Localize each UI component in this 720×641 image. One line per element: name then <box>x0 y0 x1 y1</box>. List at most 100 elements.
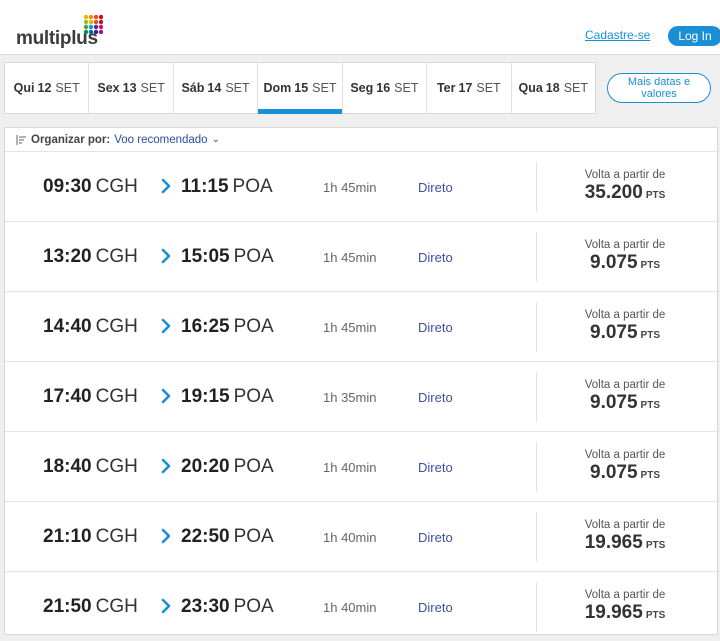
departure-airport: CGH <box>95 246 138 267</box>
flight-list: 09:30 CGH 11:15 POA 1h 45min Direto Volta a pa… <box>5 152 717 641</box>
flight-row[interactable]: 17:40 CGH 19:15 POA 1h 35min Direto Volta a pa… <box>5 362 717 432</box>
departure-time: 17:40 <box>43 386 92 407</box>
arrival-time: 23:30 <box>181 596 230 617</box>
date-tab-dow: Sáb <box>181 81 205 95</box>
row-divider <box>536 512 537 562</box>
departure-airport: CGH <box>95 526 138 547</box>
flight-duration: 1h 45min <box>323 250 377 265</box>
date-tab-dow: Ter <box>436 81 456 95</box>
top-header: multiplus Cadastre-se Log In <box>0 0 720 55</box>
flight-row[interactable]: 09:30 CGH 11:15 POA 1h 45min Direto Volta a pa… <box>5 152 717 222</box>
departure-time: 21:50 <box>43 596 92 617</box>
price-label: Volta a partir de <box>584 379 666 391</box>
date-tab-dow: Sex <box>97 81 120 95</box>
arrival-time: 16:25 <box>181 316 230 337</box>
flight-row[interactable]: 14:40 CGH 16:25 POA 1h 45min Direto Volta a pa… <box>5 292 717 362</box>
arrival-airport: POA <box>233 386 274 407</box>
price-label: Volta a partir de <box>584 239 666 251</box>
date-tab[interactable]: Dom 15 SET <box>258 63 343 114</box>
departure-airport: CGH <box>95 176 138 197</box>
departure-airport: CGH <box>95 316 138 337</box>
departure: 21:10 CGH <box>43 526 138 548</box>
row-divider <box>536 232 537 282</box>
date-tab-month: SET <box>394 81 419 95</box>
arrival-time: 20:20 <box>181 456 230 477</box>
price-box: Volta a partir de 19.965 PTS <box>545 589 705 627</box>
date-tab-day: 13 <box>122 81 137 95</box>
date-tab-dow: Seg <box>350 81 374 95</box>
row-divider <box>536 442 537 492</box>
price-value: 9.075 PTS <box>545 462 705 487</box>
date-tab[interactable]: Qua 18 SET <box>512 63 595 113</box>
chevron-right-icon <box>161 528 171 544</box>
date-tab-day: 18 <box>545 81 560 95</box>
arrival-time: 19:15 <box>181 386 230 407</box>
departure-airport: CGH <box>95 596 138 617</box>
flight-type: Direto <box>418 320 453 335</box>
flight-type: Direto <box>418 530 453 545</box>
departure-time: 13:20 <box>43 246 92 267</box>
login-button[interactable]: Log In <box>668 26 720 46</box>
date-tab-dow: Dom <box>263 81 292 95</box>
flight-duration: 1h 45min <box>323 180 377 195</box>
signup-link[interactable]: Cadastre-se <box>585 28 650 42</box>
flight-duration: 1h 40min <box>323 600 377 615</box>
date-tab-month: SET <box>55 81 80 95</box>
date-tab[interactable]: Ter 17 SET <box>427 63 512 113</box>
price-amount: 19.965 <box>584 532 643 553</box>
price-label: Volta a partir de <box>584 589 666 601</box>
more-dates-line2: valores <box>641 88 677 100</box>
date-tab-day: 14 <box>207 81 222 95</box>
departure: 17:40 CGH <box>43 386 138 408</box>
flight-row[interactable]: 21:50 CGH 23:30 POA 1h 40min Direto Volta a pa… <box>5 572 717 641</box>
flight-duration: 1h 35min <box>323 390 377 405</box>
arrival-airport: POA <box>233 246 274 267</box>
departure-airport: CGH <box>95 456 138 477</box>
date-tab[interactable]: Seg 16 SET <box>343 63 428 113</box>
price-value: 19.965 PTS <box>545 602 705 627</box>
price-value: 9.075 PTS <box>545 322 705 347</box>
chevron-right-icon <box>161 458 171 474</box>
price-value: 19.965 PTS <box>545 532 705 557</box>
date-tab-month: SET <box>476 81 501 95</box>
more-dates-button[interactable]: Mais datas e valores <box>607 73 711 103</box>
date-tab[interactable]: Qui 12 SET <box>5 63 90 113</box>
price-amount: 9.075 <box>590 322 638 343</box>
flight-row[interactable]: 21:10 CGH 22:50 POA 1h 40min Direto Volta a pa… <box>5 502 717 572</box>
departure-time: 14:40 <box>43 316 92 337</box>
sort-label: Organizar por: <box>31 133 111 146</box>
flight-row[interactable]: 18:40 CGH 20:20 POA 1h 40min Direto Volta a pa… <box>5 432 717 502</box>
price-unit: PTS <box>645 190 666 201</box>
flight-results: Organizar por: Voo recomendado ⌄ 09:30 CG… <box>4 127 718 635</box>
date-tab-dow: Qui <box>13 81 35 95</box>
price-value: 9.075 PTS <box>545 392 705 417</box>
price-box: Volta a partir de 19.965 PTS <box>545 519 705 557</box>
arrival: 15:05 POA <box>181 246 274 268</box>
price-amount: 35.200 <box>584 182 643 203</box>
price-unit: PTS <box>640 260 660 271</box>
sort-dropdown[interactable]: Voo recomendado <box>114 134 207 146</box>
flight-row[interactable]: 13:20 CGH 15:05 POA 1h 45min Direto Volta a pa… <box>5 222 717 292</box>
price-label: Volta a partir de <box>584 519 666 531</box>
flight-type: Direto <box>418 390 453 405</box>
price-unit: PTS <box>640 330 660 341</box>
departure-time: 18:40 <box>43 456 92 477</box>
chevron-right-icon <box>161 178 171 194</box>
price-value: 9.075 PTS <box>545 252 705 277</box>
price-amount: 9.075 <box>590 392 638 413</box>
departure-airport: CGH <box>95 386 138 407</box>
arrival: 19:15 POA <box>181 386 274 408</box>
sort-bar: Organizar por: Voo recomendado ⌄ <box>5 128 717 152</box>
date-tab[interactable]: Sex 13 SET <box>89 63 174 113</box>
chevron-right-icon <box>161 248 171 264</box>
arrival-airport: POA <box>233 316 274 337</box>
date-tab[interactable]: Sáb 14 SET <box>174 63 259 113</box>
row-divider <box>536 302 537 352</box>
arrival: 11:15 POA <box>181 176 273 198</box>
price-amount: 9.075 <box>590 252 638 273</box>
chevron-down-icon[interactable]: ⌄ <box>212 134 220 145</box>
price-unit: PTS <box>640 400 660 411</box>
departure-time: 09:30 <box>43 176 92 197</box>
arrival: 20:20 POA <box>181 456 274 478</box>
price-label: Volta a partir de <box>584 309 666 321</box>
